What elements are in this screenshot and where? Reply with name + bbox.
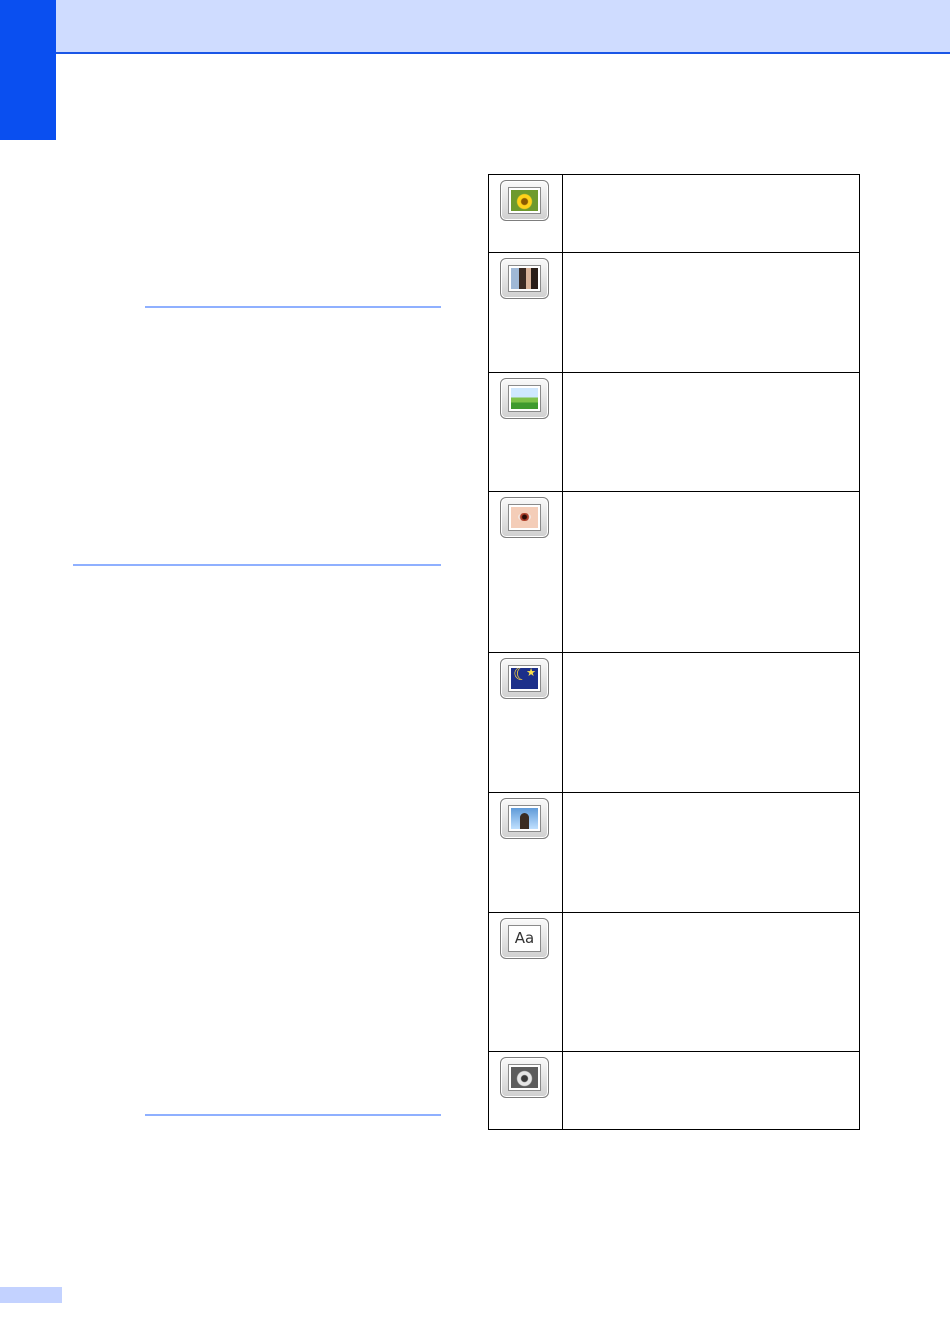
icon-cell (488, 174, 563, 253)
night-scene-icon (509, 666, 540, 691)
whiteboard-text-icon: Aa (509, 926, 540, 951)
description-cell (562, 912, 860, 1052)
description-cell (562, 652, 860, 793)
table-row (488, 372, 860, 492)
monochrome-icon (509, 1065, 540, 1090)
night-scene-button[interactable] (500, 658, 549, 699)
icon-cell: Aa (488, 912, 563, 1052)
enhance-skin-portrait-icon (509, 266, 540, 291)
enhance-scenery-landscape-icon (509, 386, 540, 411)
icon-cell (488, 652, 563, 793)
fill-light-button[interactable] (500, 798, 549, 839)
icon-cell (488, 252, 563, 373)
table-row (488, 792, 860, 913)
table-row (488, 174, 860, 253)
whiteboard-button[interactable]: Aa (500, 918, 549, 959)
monochrome-button[interactable] (500, 1057, 549, 1098)
section-divider (145, 306, 441, 308)
table-row: Aa (488, 912, 860, 1052)
description-cell (562, 372, 860, 492)
description-cell (562, 1051, 860, 1130)
table-row (488, 652, 860, 793)
page-number-tab (0, 1287, 62, 1303)
table-row (488, 1051, 860, 1130)
description-cell (562, 252, 860, 373)
enhance-skin-button[interactable] (500, 258, 549, 299)
description-cell (562, 792, 860, 913)
auto-correct-flower-icon (509, 188, 540, 213)
auto-correct-button[interactable] (500, 180, 549, 221)
section-divider (145, 1114, 441, 1116)
remove-red-eye-icon (509, 505, 540, 530)
table-row (488, 491, 860, 653)
icon-cell (488, 372, 563, 492)
section-divider (73, 564, 441, 566)
description-cell (562, 174, 860, 253)
icon-cell (488, 491, 563, 653)
photo-effects-table: Aa (488, 174, 860, 1130)
enhance-scenery-button[interactable] (500, 378, 549, 419)
chapter-tab (0, 0, 56, 140)
description-cell (562, 491, 860, 653)
icon-cell (488, 792, 563, 913)
icon-cell (488, 1051, 563, 1130)
remove-red-eye-button[interactable] (500, 497, 549, 538)
fill-light-backlight-icon (509, 806, 540, 831)
page-header-band (56, 0, 950, 54)
table-row (488, 252, 860, 373)
